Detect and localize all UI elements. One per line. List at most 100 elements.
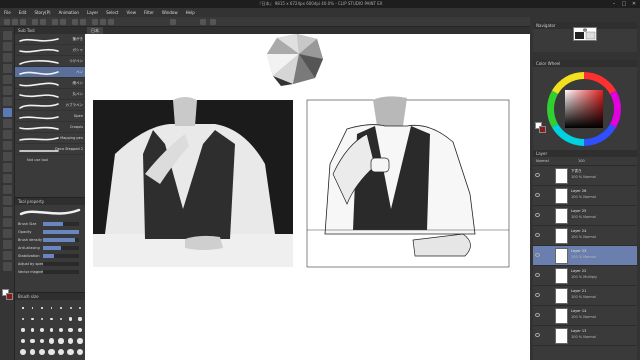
brush-size-preset[interactable] [77, 327, 83, 333]
decoration-tool-icon[interactable] [3, 152, 12, 161]
layer-row[interactable]: Layer 14 100 % Normal [533, 306, 637, 326]
brush-size-preset[interactable] [58, 327, 64, 333]
brush-size-preset[interactable] [59, 317, 63, 321]
subtool-brush-item[interactable]: Gpen [15, 111, 85, 122]
property-slider[interactable] [43, 238, 79, 242]
menu-select[interactable]: Select [102, 8, 122, 17]
property-slider[interactable] [43, 222, 79, 226]
tool-property-row[interactable]: Brush Size [15, 220, 85, 228]
property-slider[interactable] [43, 246, 79, 250]
layer-opacity-value[interactable]: 100 [578, 159, 585, 163]
layer-row[interactable]: Layer 23 100 % Normal [533, 246, 637, 266]
clear-icon[interactable] [52, 19, 58, 25]
navigator-thumbnail[interactable] [573, 27, 597, 41]
brush-size-preset[interactable] [67, 338, 74, 344]
not-use-tool-item[interactable]: Not use tool [15, 155, 85, 165]
menu-animation[interactable]: Animation [55, 8, 83, 17]
brush-size-preset[interactable] [41, 307, 43, 309]
balloon-tool-icon[interactable] [3, 251, 12, 260]
subtool-brush-item[interactable]: 細ペン [15, 78, 85, 89]
eye-icon[interactable] [535, 293, 540, 297]
airbrush-tool-icon[interactable] [3, 141, 12, 150]
gradient-tool-icon[interactable] [3, 196, 12, 205]
help-icon[interactable] [210, 19, 216, 25]
correct-line-tool-icon[interactable] [3, 262, 12, 271]
subtool-brush-item[interactable]: Deco Stepped 2 [15, 144, 85, 155]
brush-size-preset[interactable] [31, 307, 34, 309]
sub-color-swatch[interactable] [6, 293, 13, 300]
close-button[interactable]: ✕ [630, 1, 638, 7]
brush-size-preset[interactable] [30, 328, 35, 332]
menu-window[interactable]: Window [158, 8, 182, 17]
property-slider[interactable] [43, 254, 79, 258]
snap-grid-icon[interactable] [108, 19, 114, 25]
redo-icon[interactable] [40, 19, 46, 25]
move-tool-icon[interactable] [3, 42, 12, 51]
layer-row[interactable]: 下書き 100 % Normal [533, 166, 637, 186]
settings-icon[interactable] [200, 19, 206, 25]
layer-row[interactable]: Layer 13 100 % Normal [533, 326, 637, 346]
brush-size-preset[interactable] [78, 317, 82, 321]
subtool-brush-item[interactable]: ペン [15, 67, 85, 78]
undo-icon[interactable] [32, 19, 38, 25]
brush-size-preset[interactable] [20, 349, 26, 355]
color-sub-swatch[interactable] [539, 126, 546, 133]
brush-size-preset[interactable] [40, 317, 44, 321]
eye-icon[interactable] [535, 173, 540, 177]
maximize-button[interactable]: □ [620, 1, 628, 7]
property-slider[interactable] [43, 262, 79, 266]
brush-size-preset[interactable] [39, 338, 45, 344]
new-file-icon[interactable] [4, 19, 10, 25]
brush-size-preset[interactable] [69, 307, 72, 309]
layer-row[interactable]: Layer 25 100 % Normal [533, 206, 637, 226]
eye-icon[interactable] [535, 253, 540, 257]
tool-property-row[interactable]: Brush density [15, 236, 85, 244]
invert-selection-icon[interactable] [80, 19, 86, 25]
blend-mode-select[interactable]: Normal [536, 159, 549, 163]
tool-property-row[interactable]: Adjust by speed [15, 260, 85, 268]
brush-size-preset[interactable] [78, 306, 82, 310]
tool-property-row[interactable]: Vector magnet [15, 268, 85, 276]
brush-size-preset[interactable] [57, 348, 65, 356]
deselect-icon[interactable] [72, 19, 78, 25]
brush-size-preset[interactable] [20, 338, 26, 344]
brush-size-preset[interactable] [67, 348, 74, 356]
brush-size-preset[interactable] [48, 338, 54, 344]
brush-size-preset[interactable] [30, 338, 35, 344]
brush-size-preset[interactable] [29, 349, 36, 355]
subtool-brush-item[interactable]: 筆がき [15, 34, 85, 45]
brush-size-preset[interactable] [21, 328, 25, 332]
zoom-tool-icon[interactable] [3, 31, 12, 40]
property-slider[interactable] [43, 270, 79, 274]
layer-row[interactable]: Layer 24 100 % Normal [533, 226, 637, 246]
tool-property-row[interactable]: Opacity [15, 228, 85, 236]
menu-view[interactable]: View [122, 8, 140, 17]
eye-icon[interactable] [535, 313, 540, 317]
subtool-brush-item[interactable]: カブラペン [15, 100, 85, 111]
operation-tool-icon[interactable] [3, 53, 12, 62]
pen-tool-icon[interactable] [3, 108, 12, 117]
brush-size-preset[interactable] [50, 307, 53, 309]
companion-icon[interactable] [170, 19, 176, 25]
subtool-brush-item[interactable]: ガシャ [15, 45, 85, 56]
brush-tool-icon[interactable] [3, 130, 12, 139]
ruler-tool-icon[interactable] [3, 229, 12, 238]
brush-size-preset[interactable] [58, 338, 64, 344]
brush-size-preset[interactable] [22, 307, 24, 309]
layer-row[interactable]: Layer 21 100 % Normal [533, 286, 637, 306]
tool-property-row[interactable]: Stabilization [15, 252, 85, 260]
layer-row[interactable]: Layer 26 100 % Normal [533, 186, 637, 206]
menu-file[interactable]: File [0, 8, 15, 17]
menu-edit[interactable]: Edit [15, 8, 31, 17]
pencil-tool-icon[interactable] [3, 119, 12, 128]
auto-select-tool-icon[interactable] [3, 86, 12, 95]
property-slider[interactable] [43, 230, 79, 234]
open-icon[interactable] [12, 19, 18, 25]
frame-tool-icon[interactable] [3, 218, 12, 227]
selection-tool-icon[interactable] [3, 75, 12, 84]
eye-icon[interactable] [535, 193, 540, 197]
brush-size-preset[interactable] [76, 348, 84, 356]
brush-size-preset[interactable] [60, 307, 62, 309]
brush-size-preset[interactable] [31, 317, 34, 321]
eye-icon[interactable] [535, 233, 540, 237]
